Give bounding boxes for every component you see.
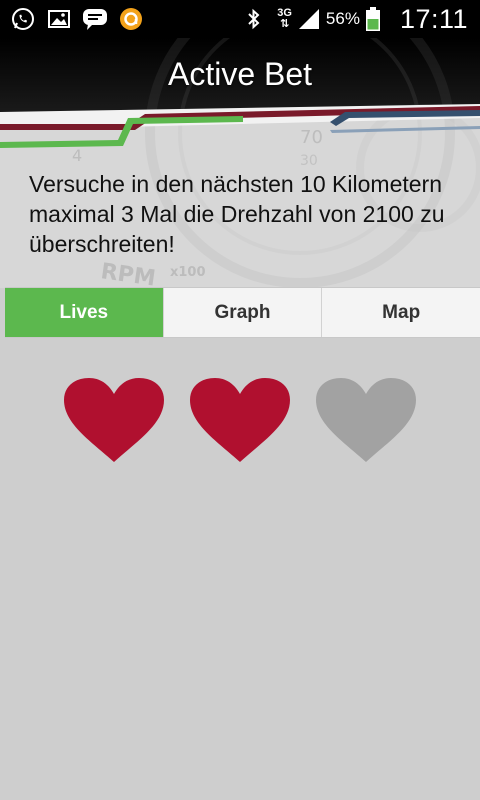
heart-lost-icon (316, 378, 416, 462)
header: 4 70 30 RPM x100 Active Bet Versuche in … (0, 38, 480, 288)
battery-percent: 56% (325, 9, 360, 28)
lives-display (0, 376, 480, 466)
svg-text:30: 30 (300, 153, 318, 169)
svg-text:70: 70 (300, 127, 323, 148)
app-notification-icon (118, 6, 144, 32)
gallery-icon (46, 6, 72, 32)
tab-bar: Lives Graph Map (5, 287, 480, 338)
network-type: 3G ⇅ (277, 7, 292, 30)
tab-lives[interactable]: Lives (5, 288, 163, 337)
signal-icon (296, 6, 322, 32)
whatsapp-icon (10, 6, 36, 32)
battery-icon (360, 6, 386, 32)
data-arrows-icon: ⇅ (279, 18, 290, 30)
svg-text:x100: x100 (170, 265, 206, 280)
title-bar: Active Bet (0, 38, 480, 110)
status-bar: 3G ⇅ 56% 17:11 (0, 0, 480, 38)
page-title: Active Bet (167, 55, 313, 92)
heart-full-icon (190, 378, 290, 462)
bet-description: Versuche in den nächsten 10 Kilometern m… (29, 171, 445, 257)
tab-graph[interactable]: Graph (162, 288, 322, 337)
clock: 17:11 (399, 3, 468, 34)
chat-icon (82, 6, 108, 32)
bluetooth-icon (241, 6, 267, 32)
tab-map[interactable]: Map (321, 288, 480, 337)
svg-text:4: 4 (72, 146, 82, 165)
heart-full-icon (64, 378, 164, 462)
